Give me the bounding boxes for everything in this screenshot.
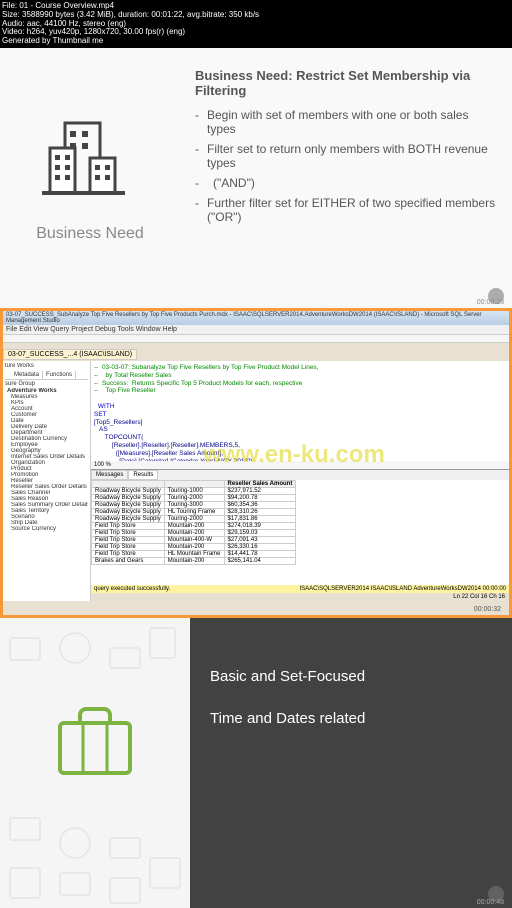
slide1-content: Business Need: Restrict Set Membership v… xyxy=(180,48,512,308)
table-cell: Touring-2000 xyxy=(164,494,224,501)
topic-item: Basic and Set-Focused xyxy=(210,668,492,685)
briefcase-icon xyxy=(55,703,135,778)
table-cell: $60,354.36 xyxy=(224,501,296,508)
ssms-document-tab[interactable]: 03-07_SUCCESS_...4 (ISAAC\ISLAND) xyxy=(3,349,137,360)
table-row[interactable]: Roadway Bicycle SupplyTouring-2000$94,20… xyxy=(92,494,296,501)
slide3-content: Basic and Set-Focused Time and Dates rel… xyxy=(190,618,512,908)
buildings-icon xyxy=(40,113,140,213)
table-cell: Mountain-200 xyxy=(164,543,224,550)
watermark-text: www.en-ku.com xyxy=(203,441,385,469)
table-cell: Roadway Bicycle Supply xyxy=(92,508,165,515)
tree-tabs[interactable]: Metadata Functions xyxy=(5,371,88,380)
tab-metadata[interactable]: Metadata xyxy=(11,371,43,379)
bullet-list: Begin with set of members with one or bo… xyxy=(195,108,497,224)
table-cell: Touring-2000 xyxy=(164,515,224,522)
cursor-position: Ln 22 Col 16 Ch 16 xyxy=(91,593,509,601)
ssms-object-explorer[interactable]: ture Works Metadata Functions sure Group… xyxy=(3,361,91,601)
results-grid[interactable]: Reseller Sales Amount Roadway Bicycle Su… xyxy=(91,480,296,565)
table-cell: Field Trip Store xyxy=(92,529,165,536)
table-cell: Roadway Bicycle Supply xyxy=(92,487,165,494)
table-cell: Touring-1000 xyxy=(164,487,224,494)
timestamp: 00:00:48 xyxy=(477,899,504,906)
table-row[interactable]: Field Trip StoreMountain-200$29,159.03 xyxy=(92,529,296,536)
timestamp: 00:00:23 xyxy=(477,299,504,306)
business-need-label: Business Need xyxy=(36,225,144,243)
tree-item[interactable]: Source Currency xyxy=(5,526,88,532)
table-cell: HL Touring Frame xyxy=(164,508,224,515)
table-cell: $14,441.78 xyxy=(224,550,296,557)
col-header[interactable]: Reseller Sales Amount xyxy=(224,480,296,487)
tree-header: ture Works xyxy=(5,363,88,369)
table-row[interactable]: Field Trip StoreMountain-200$26,330.16 xyxy=(92,543,296,550)
table-cell: Touring-3000 xyxy=(164,501,224,508)
table-cell: Roadway Bicycle Supply xyxy=(92,501,165,508)
bullet-item: Filter set to return only members with B… xyxy=(195,142,497,170)
table-row[interactable]: Roadway Bicycle SupplyTouring-3000$60,35… xyxy=(92,501,296,508)
table-cell: $29,159.03 xyxy=(224,529,296,536)
table-cell: Mountain-200 xyxy=(164,522,224,529)
col-header[interactable] xyxy=(164,480,224,487)
slide-topics: Basic and Set-Focused Time and Dates rel… xyxy=(0,618,512,908)
table-cell: Mountain-200 xyxy=(164,529,224,536)
table-cell: Roadway Bicycle Supply xyxy=(92,494,165,501)
table-row[interactable]: Roadway Bicycle SupplyTouring-2000$17,83… xyxy=(92,515,296,522)
tab-messages[interactable]: Messages xyxy=(91,470,128,480)
results-tabs[interactable]: Messages Results xyxy=(91,470,509,480)
topic-item: Time and Dates related xyxy=(210,710,492,727)
tab-functions[interactable]: Functions xyxy=(43,371,76,379)
info-line: Generated by Thumbnail me xyxy=(2,37,510,46)
table-cell: Mountain-400-W xyxy=(164,536,224,543)
ssms-statusbar: query executed successfully. ISAAC\SQLSE… xyxy=(91,585,509,593)
table-row[interactable]: Field Trip StoreHL Mountain Frame$14,441… xyxy=(92,550,296,557)
table-cell: Field Trip Store xyxy=(92,543,165,550)
table-cell: Mountain-200 xyxy=(164,557,224,564)
bullet-item: Begin with set of members with one or bo… xyxy=(195,108,497,136)
table-row[interactable]: Field Trip StoreMountain-400-W$27,091.43 xyxy=(92,536,296,543)
bullet-item: ("AND") xyxy=(195,176,497,190)
table-cell: HL Mountain Frame xyxy=(164,550,224,557)
table-row[interactable]: Brakes and GearsMountain-200$265,141.04 xyxy=(92,557,296,564)
status-connection: ISAAC\SQLSERVER2014 ISAAC\ISLAND Adventu… xyxy=(299,586,506,592)
table-cell: Roadway Bicycle Supply xyxy=(92,515,165,522)
ssms-editor-panel: -- 03-03-07: Subanalyze Top Five Reselle… xyxy=(91,361,509,601)
table-row[interactable]: Roadway Bicycle SupplyTouring-1000$237,9… xyxy=(92,487,296,494)
slide-business-need: Business Need Business Need: Restrict Se… xyxy=(0,48,512,308)
tab-results[interactable]: Results xyxy=(128,470,158,480)
table-row[interactable]: Roadway Bicycle SupplyHL Touring Frame$2… xyxy=(92,508,296,515)
table-cell: Field Trip Store xyxy=(92,536,165,543)
business-need-title: Business Need: Restrict Set Membership v… xyxy=(195,68,497,98)
table-cell: Brakes and Gears xyxy=(92,557,165,564)
slide1-left-panel: Business Need xyxy=(0,48,180,308)
table-row[interactable]: Field Trip StoreMountain-200$274,018.39 xyxy=(92,522,296,529)
timestamp: 00:00:32 xyxy=(474,606,501,613)
table-cell: $265,141.04 xyxy=(224,557,296,564)
table-cell: $237,971.52 xyxy=(224,487,296,494)
table-cell: $26,330.16 xyxy=(224,543,296,550)
ssms-titlebar: 03-07_SUCCESS_SubAnalyze Top Five Resell… xyxy=(3,311,509,325)
video-metadata-header: File: 01 - Course Overview.mp4 Size: 358… xyxy=(0,0,512,48)
slide-ssms-screenshot: 03-07_SUCCESS_SubAnalyze Top Five Resell… xyxy=(0,308,512,618)
table-cell: $28,310.26 xyxy=(224,508,296,515)
table-cell: $27,091.43 xyxy=(224,536,296,543)
table-cell: $94,200.78 xyxy=(224,494,296,501)
status-message: query executed successfully. xyxy=(94,586,170,592)
ssms-toolbar[interactable] xyxy=(3,335,509,343)
table-cell: $17,831.86 xyxy=(224,515,296,522)
table-cell: Field Trip Store xyxy=(92,550,165,557)
table-cell: Field Trip Store xyxy=(92,522,165,529)
ssms-body: ture Works Metadata Functions sure Group… xyxy=(3,361,509,601)
tree-group-label: sure Group xyxy=(5,380,88,388)
ssms-menubar[interactable]: File Edit View Query Project Debug Tools… xyxy=(3,325,509,335)
table-cell: $274,018.39 xyxy=(224,522,296,529)
ssms-results-panel: Messages Results Reseller Sales Amount R… xyxy=(91,469,509,585)
slide3-left-panel xyxy=(0,618,190,908)
bullet-item: Further filter set for EITHER of two spe… xyxy=(195,196,497,224)
col-header[interactable] xyxy=(92,480,165,487)
